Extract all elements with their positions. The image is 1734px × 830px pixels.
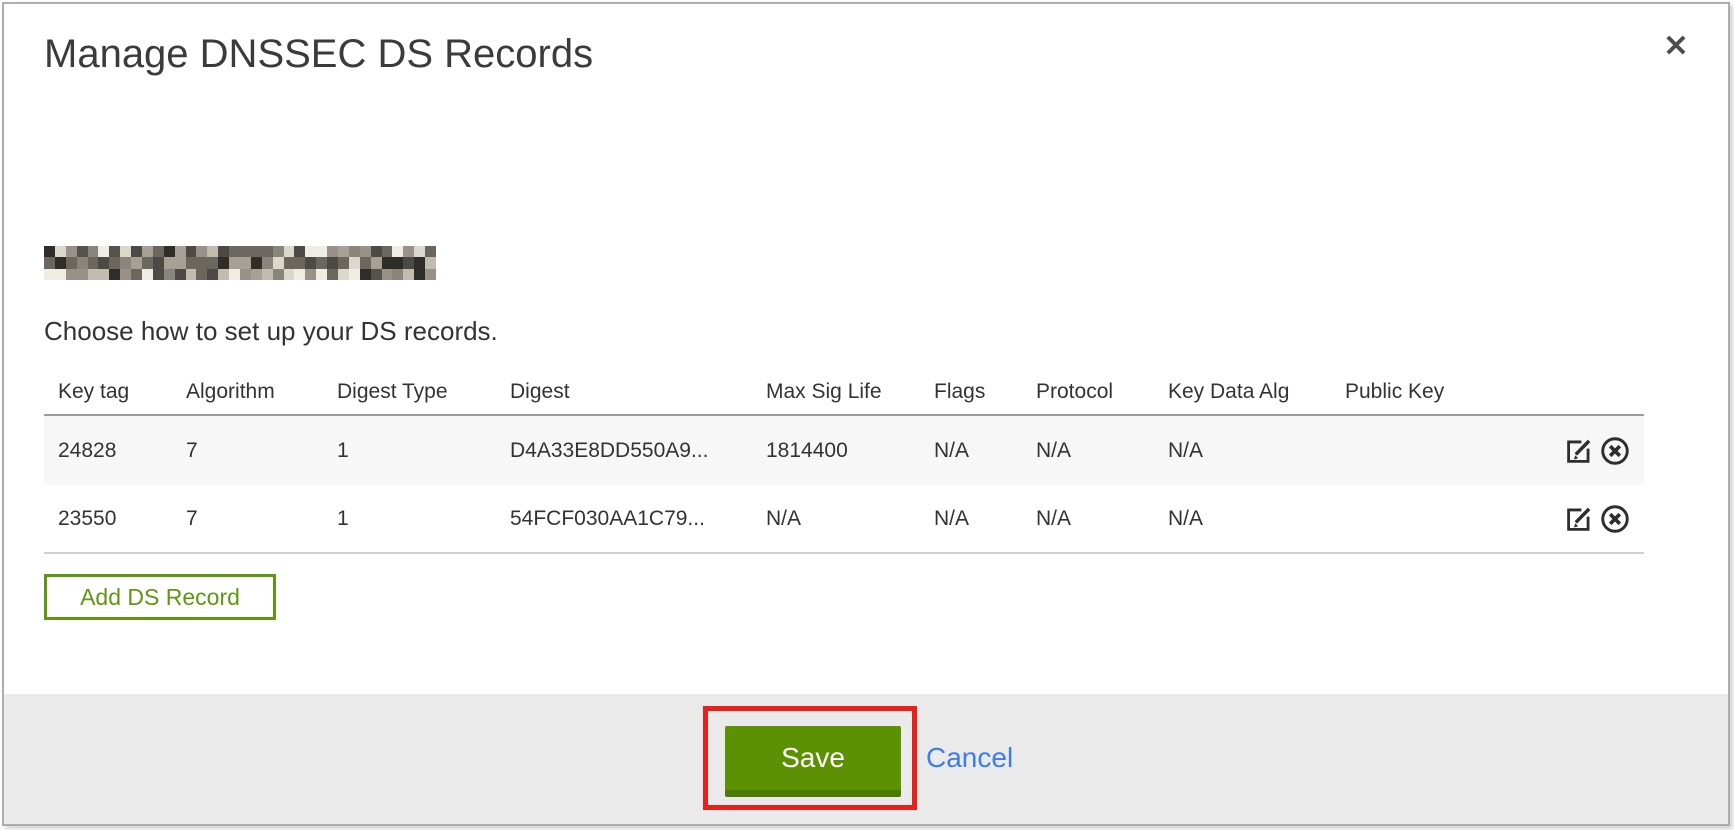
column-header-flags: Flags (934, 380, 1036, 404)
delete-record-button[interactable] (1598, 434, 1632, 468)
cell-max-sig-life: N/A (766, 507, 934, 531)
cell-digest-type: 1 (337, 439, 510, 463)
column-header-key-tag: Key tag (44, 380, 186, 404)
column-header-digest-type: Digest Type (337, 380, 510, 404)
cell-digest-type: 1 (337, 507, 510, 531)
table-row: 24828 7 1 D4A33E8DD550A9... 1814400 N/A … (44, 416, 1644, 485)
delete-record-button[interactable] (1598, 502, 1632, 536)
cell-protocol: N/A (1036, 439, 1168, 463)
table-row: 23550 7 1 54FCF030AA1C79... N/A N/A N/A … (44, 485, 1644, 554)
table-header-row: Key tag Algorithm Digest Type Digest Max… (44, 370, 1644, 416)
save-button[interactable]: Save (725, 726, 901, 797)
cell-key-tag: 24828 (44, 439, 186, 463)
cell-flags: N/A (934, 507, 1036, 531)
edit-record-button[interactable] (1562, 434, 1596, 468)
redacted-domain (44, 246, 436, 280)
edit-record-button[interactable] (1562, 502, 1596, 536)
column-header-protocol: Protocol (1036, 380, 1168, 404)
manage-dnssec-modal: Manage DNSSEC DS Records ✕ Choose how to… (2, 2, 1730, 826)
cell-max-sig-life: 1814400 (766, 439, 934, 463)
column-header-key-data-alg: Key Data Alg (1168, 380, 1345, 404)
modal-title: Manage DNSSEC DS Records (44, 32, 593, 77)
edit-icon (1563, 503, 1595, 535)
cell-digest: 54FCF030AA1C79... (510, 507, 766, 531)
cell-flags: N/A (934, 439, 1036, 463)
ds-records-table: Key tag Algorithm Digest Type Digest Max… (44, 370, 1644, 554)
cell-algorithm: 7 (186, 439, 337, 463)
cell-key-tag: 23550 (44, 507, 186, 531)
cell-key-data-alg: N/A (1168, 507, 1345, 531)
edit-icon (1563, 435, 1595, 467)
cell-protocol: N/A (1036, 507, 1168, 531)
setup-instruction-text: Choose how to set up your DS records. (44, 316, 498, 347)
column-header-algorithm: Algorithm (186, 380, 337, 404)
column-header-max-sig-life: Max Sig Life (766, 380, 934, 404)
column-header-digest: Digest (510, 380, 766, 404)
column-header-public-key: Public Key (1345, 380, 1495, 404)
row-actions (1495, 502, 1644, 536)
delete-icon (1599, 435, 1631, 467)
cell-digest: D4A33E8DD550A9... (510, 439, 766, 463)
delete-icon (1599, 503, 1631, 535)
cancel-link[interactable]: Cancel (926, 742, 1013, 774)
add-ds-record-button[interactable]: Add DS Record (44, 574, 276, 620)
row-actions (1495, 434, 1644, 468)
close-icon[interactable]: ✕ (1654, 24, 1698, 68)
cell-key-data-alg: N/A (1168, 439, 1345, 463)
cell-algorithm: 7 (186, 507, 337, 531)
